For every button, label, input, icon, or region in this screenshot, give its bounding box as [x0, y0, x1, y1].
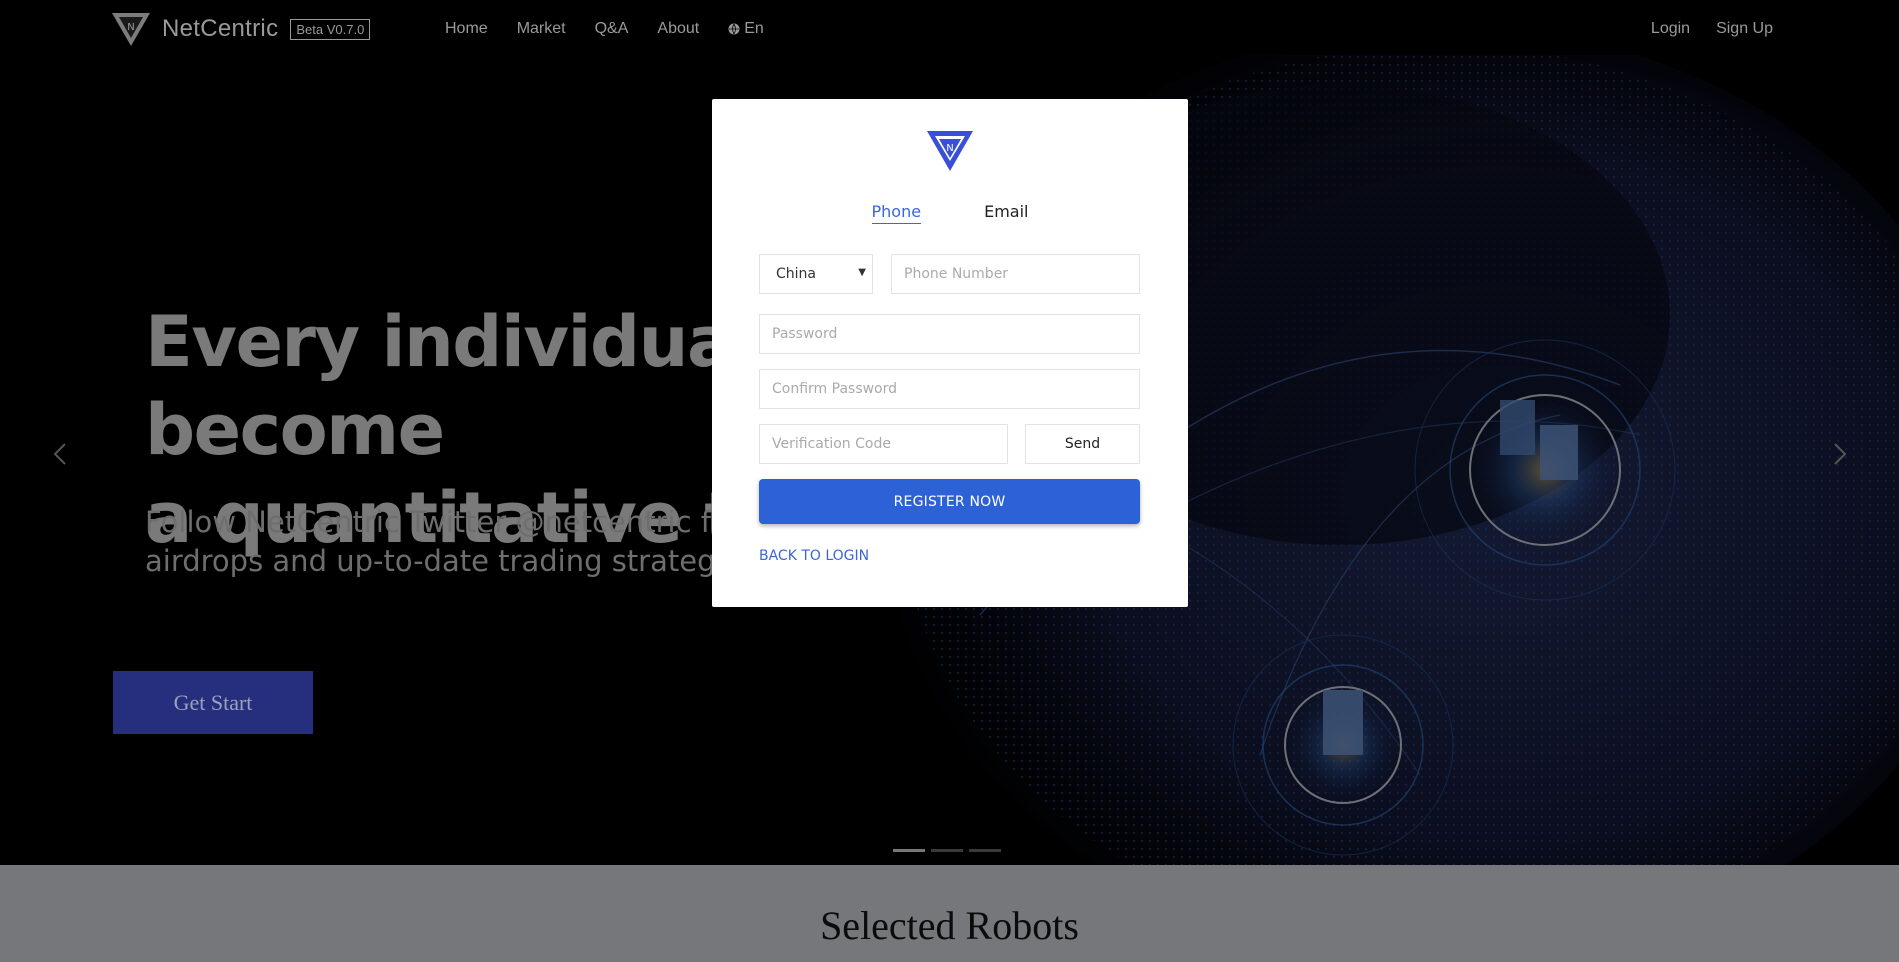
tab-phone[interactable]: Phone	[871, 202, 922, 224]
tab-email[interactable]: Email	[984, 202, 1028, 224]
caret-down-icon: ▼	[858, 267, 866, 278]
brand[interactable]: N NetCentric Beta V0.7.0	[110, 10, 371, 48]
verification-code-input[interactable]: Verification Code	[759, 424, 1008, 464]
auth-nav: Login Sign Up	[1651, 20, 1773, 38]
chevron-right-icon[interactable]	[1833, 442, 1847, 466]
section-title: Selected Robots	[820, 903, 1079, 948]
nav-about[interactable]: About	[657, 20, 699, 38]
send-code-button[interactable]: Send	[1025, 424, 1140, 464]
carousel-dot[interactable]	[931, 849, 963, 852]
nav-qa[interactable]: Q&A	[595, 20, 629, 38]
carousel-dot[interactable]	[969, 849, 1001, 852]
version-badge: Beta V0.7.0	[290, 18, 371, 40]
phone-input[interactable]: Phone Number	[891, 254, 1140, 294]
login-link[interactable]: Login	[1651, 20, 1690, 38]
globe-icon	[728, 23, 740, 35]
confirm-password-input[interactable]: Confirm Password	[759, 369, 1140, 409]
signup-link[interactable]: Sign Up	[1716, 20, 1773, 38]
carousel-indicators	[893, 849, 1001, 852]
svg-text:N: N	[127, 22, 134, 33]
selected-robots-section: Selected Robots	[0, 865, 1899, 962]
top-navbar: N NetCentric Beta V0.7.0 Home Market Q&A…	[0, 0, 1899, 60]
carousel-dot[interactable]	[893, 849, 925, 852]
netcentric-logo-icon: N	[927, 131, 973, 171]
country-value: China	[776, 266, 816, 282]
nav-market[interactable]: Market	[517, 20, 566, 38]
language-label: En	[744, 20, 764, 37]
chevron-left-icon[interactable]	[53, 442, 67, 466]
netcentric-logo-icon: N	[112, 13, 150, 46]
password-input[interactable]: Password	[759, 314, 1140, 354]
brand-name: NetCentric	[162, 15, 279, 42]
get-start-button[interactable]: Get Start	[113, 671, 313, 734]
back-to-login-link[interactable]: BACK TO LOGIN	[759, 548, 869, 564]
country-select[interactable]: China ▼	[759, 254, 873, 294]
nav-home[interactable]: Home	[445, 20, 488, 38]
main-nav: Home Market Q&A About En	[445, 20, 764, 38]
register-modal: N Phone Email China ▼ Phone Number Passw…	[712, 99, 1188, 607]
register-button[interactable]: REGISTER NOW	[759, 479, 1140, 524]
register-tabs: Phone Email	[712, 202, 1188, 224]
svg-text:N: N	[946, 143, 953, 154]
language-selector[interactable]: En	[728, 20, 764, 38]
